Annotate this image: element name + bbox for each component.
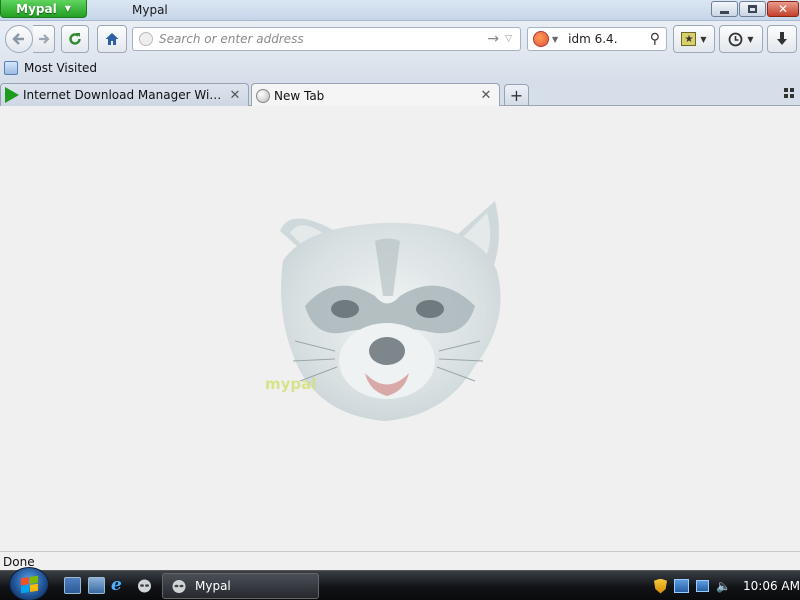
maximize-icon (748, 5, 757, 13)
tab-new-tab[interactable]: New Tab ✕ (251, 83, 500, 107)
clock[interactable]: 10:06 AM (743, 579, 800, 593)
close-icon: ✕ (777, 2, 789, 16)
tab-label: New Tab (274, 88, 325, 103)
minimize-button[interactable] (711, 1, 738, 17)
bookmarks-toolbar: Most Visited (0, 57, 800, 81)
new-tab-button[interactable]: + (504, 84, 529, 106)
windows-logo-icon (20, 575, 38, 593)
bookmark-star-icon: ★ (681, 32, 697, 46)
navigation-toolbar: → ▽ ▼ ⚲ ★ ▼ ▼ (0, 21, 800, 57)
network-icon[interactable] (696, 580, 709, 592)
duckduckgo-icon[interactable] (533, 31, 549, 47)
bookmarks-menu-button[interactable]: ★ ▼ (673, 25, 715, 53)
bookmark-folder-icon (4, 61, 18, 75)
back-arrow-icon (12, 33, 24, 45)
reload-button[interactable] (61, 25, 89, 53)
most-visited-label: Most Visited (24, 61, 98, 75)
taskbar-item-label: Mypal (195, 579, 231, 593)
internet-explorer-icon[interactable]: e (111, 577, 128, 594)
chevron-down-icon: ▼ (747, 34, 754, 44)
go-arrow-icon[interactable]: → (487, 31, 499, 47)
window-title: Mypal (132, 3, 168, 17)
globe-icon (256, 88, 270, 103)
chevron-down-icon: ▼ (700, 34, 707, 44)
tab-label: Internet Download Manager Window... (23, 88, 228, 102)
chevron-down-icon[interactable]: ▼ (552, 35, 558, 44)
history-dropdown-icon[interactable]: ▽ (505, 34, 512, 44)
address-input[interactable] (153, 29, 488, 49)
show-desktop-icon[interactable] (64, 577, 81, 594)
site-identity-icon (139, 32, 153, 46)
switch-windows-icon[interactable] (88, 577, 105, 594)
mypal-raccoon-logo: mypal (265, 201, 501, 421)
search-input[interactable] (568, 32, 649, 46)
speaker-muted-icon[interactable]: 🔈 (716, 579, 732, 593)
maximize-button[interactable] (739, 1, 766, 17)
chevron-down-icon: ▼ (64, 4, 71, 13)
forward-button[interactable] (33, 25, 55, 53)
tab-strip: Internet Download Manager Window... ✕ Ne… (0, 81, 800, 107)
tab-list-button[interactable] (784, 88, 794, 98)
title-bar: Mypal ▼ Mypal ✕ (0, 0, 800, 21)
mypal-quicklaunch-icon[interactable] (136, 577, 153, 594)
close-tab-icon[interactable]: ✕ (479, 88, 493, 103)
most-visited-folder[interactable]: Most Visited (4, 61, 97, 75)
idm-play-icon (5, 87, 19, 103)
system-tray: 🔈 10:06 AM (650, 571, 800, 600)
address-bar[interactable]: → ▽ (132, 27, 521, 51)
mypal-logo-text: mypal (265, 375, 316, 393)
status-bar: Done (0, 551, 800, 570)
home-icon (105, 33, 119, 45)
close-tab-icon[interactable]: ✕ (228, 88, 242, 103)
mypal-app-icon (172, 580, 186, 593)
network-grid-icon[interactable] (674, 579, 689, 593)
tab-idm[interactable]: Internet Download Manager Window... ✕ (0, 83, 249, 106)
app-menu-button[interactable]: Mypal ▼ (0, 0, 87, 18)
forward-arrow-icon (38, 34, 50, 44)
search-bar[interactable]: ▼ ⚲ (527, 27, 667, 51)
download-arrow-icon (777, 32, 787, 45)
minimize-icon (720, 10, 729, 14)
page-content: mypal (0, 106, 800, 551)
windows-taskbar: e Mypal 🔈 10:06 AM (0, 567, 800, 600)
home-button[interactable] (97, 25, 127, 53)
security-shield-icon[interactable] (654, 578, 667, 594)
magnifier-icon[interactable]: ⚲ (650, 31, 660, 47)
start-button[interactable] (9, 567, 49, 600)
back-button[interactable] (5, 25, 33, 53)
history-menu-button[interactable]: ▼ (719, 25, 763, 53)
app-menu-label: Mypal (16, 1, 57, 16)
close-window-button[interactable]: ✕ (767, 1, 799, 17)
plus-icon: + (509, 85, 524, 105)
downloads-button[interactable] (767, 25, 797, 53)
clock-icon (729, 32, 743, 46)
taskbar-item-mypal[interactable]: Mypal (162, 573, 319, 599)
reload-icon (69, 33, 81, 45)
